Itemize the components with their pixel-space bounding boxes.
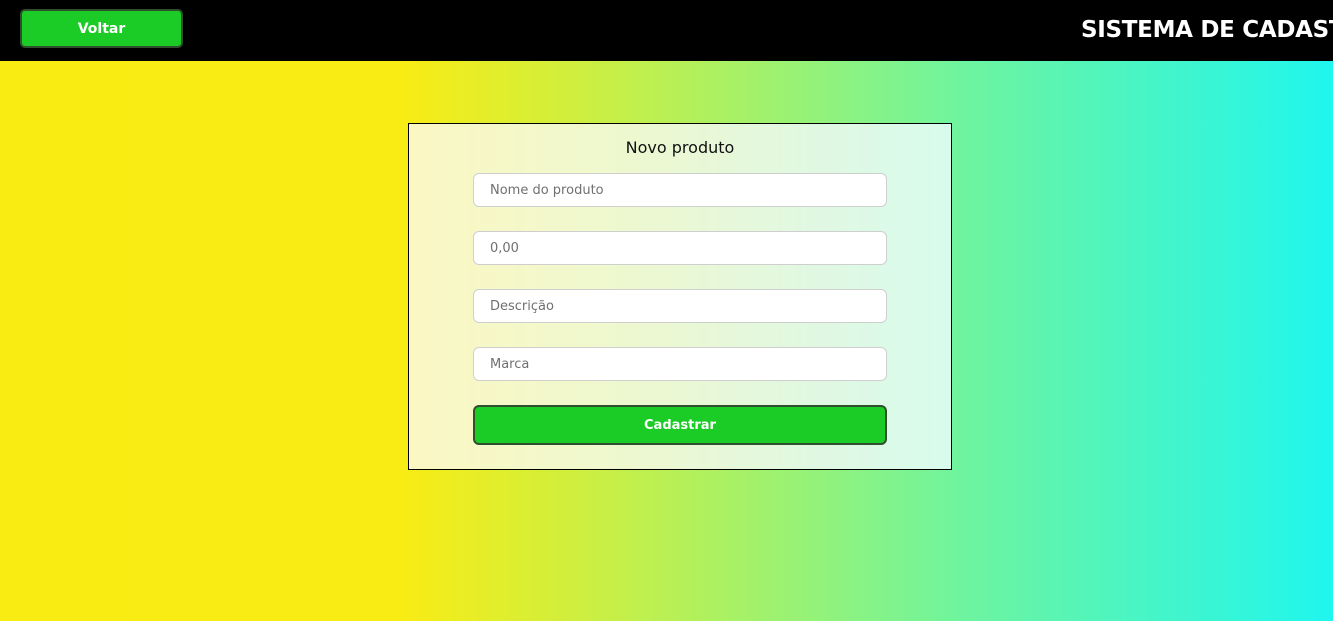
submit-button[interactable]: Cadastrar (473, 405, 887, 445)
app-title: SISTEMA DE CADASTRO (1081, 17, 1333, 43)
form-title: Novo produto (625, 138, 735, 157)
new-product-form: Novo produto Cadastrar (408, 123, 952, 470)
product-name-input[interactable] (473, 173, 887, 207)
top-navbar: Voltar SISTEMA DE CADASTRO (0, 0, 1333, 61)
description-input[interactable] (473, 289, 887, 323)
price-input[interactable] (473, 231, 887, 265)
back-button[interactable]: Voltar (20, 9, 183, 48)
brand-input[interactable] (473, 347, 887, 381)
